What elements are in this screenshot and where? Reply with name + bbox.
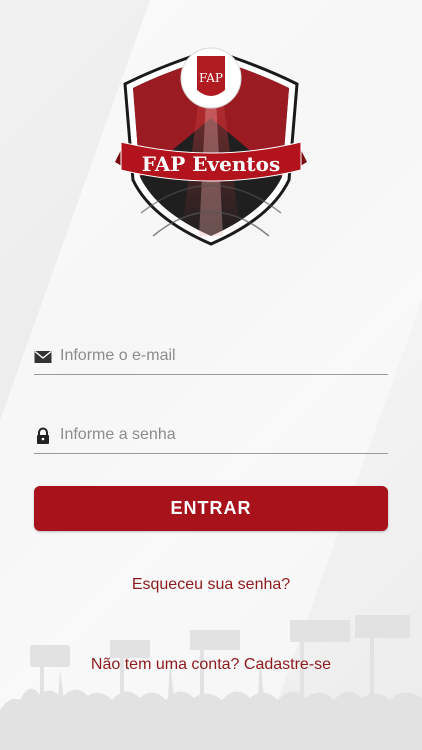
crowd-silhouette-background [0, 615, 422, 750]
signup-row: Não tem uma conta? Cadastre-se [0, 656, 422, 674]
logo-monogram: FAP [199, 71, 223, 85]
password-input[interactable] [60, 419, 386, 451]
logo-wordmark: FAP Eventos [142, 152, 281, 176]
lock-icon [37, 427, 49, 444]
envelope-icon [34, 350, 52, 363]
signup-prompt: Não tem uma conta? [90, 656, 240, 673]
email-field[interactable] [34, 340, 388, 375]
fap-eventos-logo: FAP Eventos FAP [115, 47, 307, 246]
password-field[interactable] [34, 419, 388, 454]
forgot-password-link[interactable]: Esqueceu sua senha? [132, 576, 290, 593]
forgot-password-row: Esqueceu sua senha? [0, 576, 422, 594]
enter-button[interactable]: ENTRAR [34, 486, 388, 531]
signup-link[interactable]: Cadastre-se [244, 656, 331, 673]
email-input[interactable] [60, 340, 386, 372]
